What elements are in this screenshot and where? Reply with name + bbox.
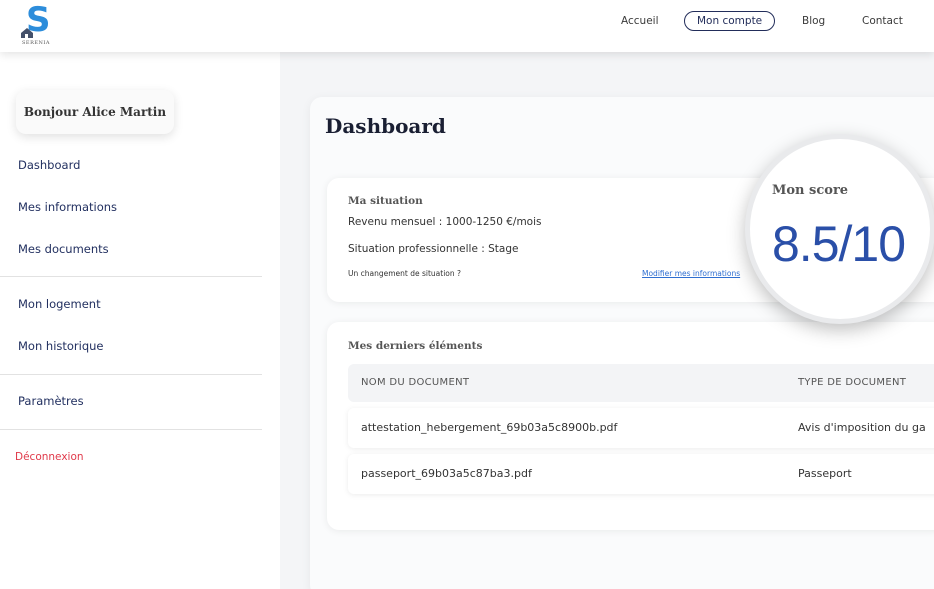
- nav-blog[interactable]: Blog: [802, 15, 825, 27]
- logo-wordmark: SERENIA: [22, 40, 50, 46]
- sidebar-item-dashboard[interactable]: Dashboard: [18, 158, 80, 172]
- situation-title: Ma situation: [348, 195, 423, 207]
- top-navbar: S SERENIA Accueil Mon compte Blog Contac…: [0, 0, 934, 52]
- document-type: Avis d'imposition du ga: [798, 421, 926, 434]
- score-value: 8.5/10: [772, 216, 906, 272]
- sidebar-divider: [0, 429, 262, 430]
- document-type: Passeport: [798, 467, 852, 480]
- edit-info-link[interactable]: Modifier mes informations: [642, 269, 740, 278]
- document-name[interactable]: passeport_69b03a5c87ba3.pdf: [361, 467, 532, 480]
- house-icon: [21, 28, 33, 38]
- sidebar-item-logement[interactable]: Mon logement: [18, 297, 101, 311]
- recent-elements-title: Mes derniers éléments: [348, 340, 483, 352]
- professional-status-text: Situation professionnelle : Stage: [348, 243, 519, 255]
- score-label: Mon score: [772, 183, 849, 198]
- nav-accueil[interactable]: Accueil: [621, 15, 659, 27]
- sidebar-divider: [0, 276, 262, 277]
- column-header-type: TYPE DE DOCUMENT: [798, 377, 907, 388]
- sidebar-item-documents[interactable]: Mes documents: [18, 242, 109, 256]
- greeting-badge: Bonjour Alice Martin: [16, 90, 174, 134]
- sidebar-divider: [0, 374, 262, 375]
- brand-logo[interactable]: S SERENIA: [20, 3, 60, 47]
- nav-mon-compte[interactable]: Mon compte: [684, 11, 776, 31]
- sidebar-item-informations[interactable]: Mes informations: [18, 200, 117, 214]
- change-prompt-text: Un changement de situation ?: [348, 269, 461, 278]
- page-title: Dashboard: [325, 114, 446, 138]
- income-text: Revenu mensuel : 1000-1250 €/mois: [348, 216, 542, 228]
- document-name[interactable]: attestation_hebergement_69b03a5c8900b.pd…: [361, 421, 617, 434]
- nav-contact[interactable]: Contact: [862, 15, 903, 27]
- sidebar-item-parametres[interactable]: Paramètres: [18, 394, 84, 408]
- score-magnifier: Mon score 8.5/10: [745, 134, 934, 324]
- logout-link[interactable]: Déconnexion: [15, 451, 84, 463]
- sidebar: Bonjour Alice Martin Dashboard Mes infor…: [0, 52, 280, 589]
- column-header-name: NOM DU DOCUMENT: [361, 377, 470, 388]
- sidebar-item-historique[interactable]: Mon historique: [18, 339, 104, 353]
